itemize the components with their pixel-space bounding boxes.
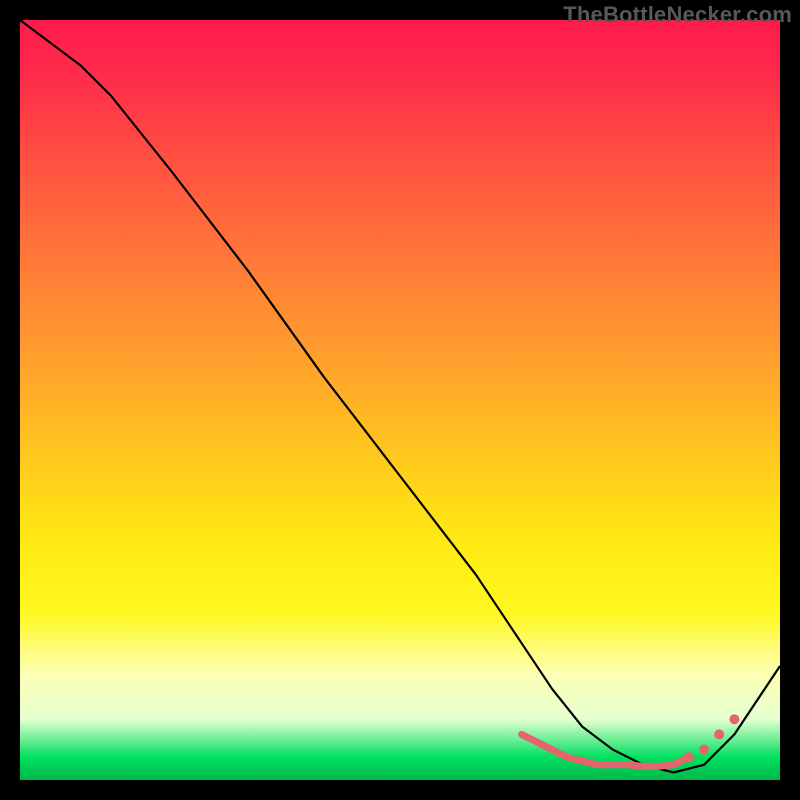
highlight-dot xyxy=(714,729,724,739)
chart-frame: TheBottleNecker.com xyxy=(0,0,800,800)
highlight-dot xyxy=(729,714,739,724)
highlight-dot xyxy=(684,752,694,762)
watermark-text: TheBottleNecker.com xyxy=(563,2,792,28)
chart-svg xyxy=(20,20,780,780)
highlight-segment xyxy=(522,734,689,766)
highlight-dot xyxy=(699,745,709,755)
plot-area xyxy=(20,20,780,780)
bottleneck-curve xyxy=(20,20,780,772)
